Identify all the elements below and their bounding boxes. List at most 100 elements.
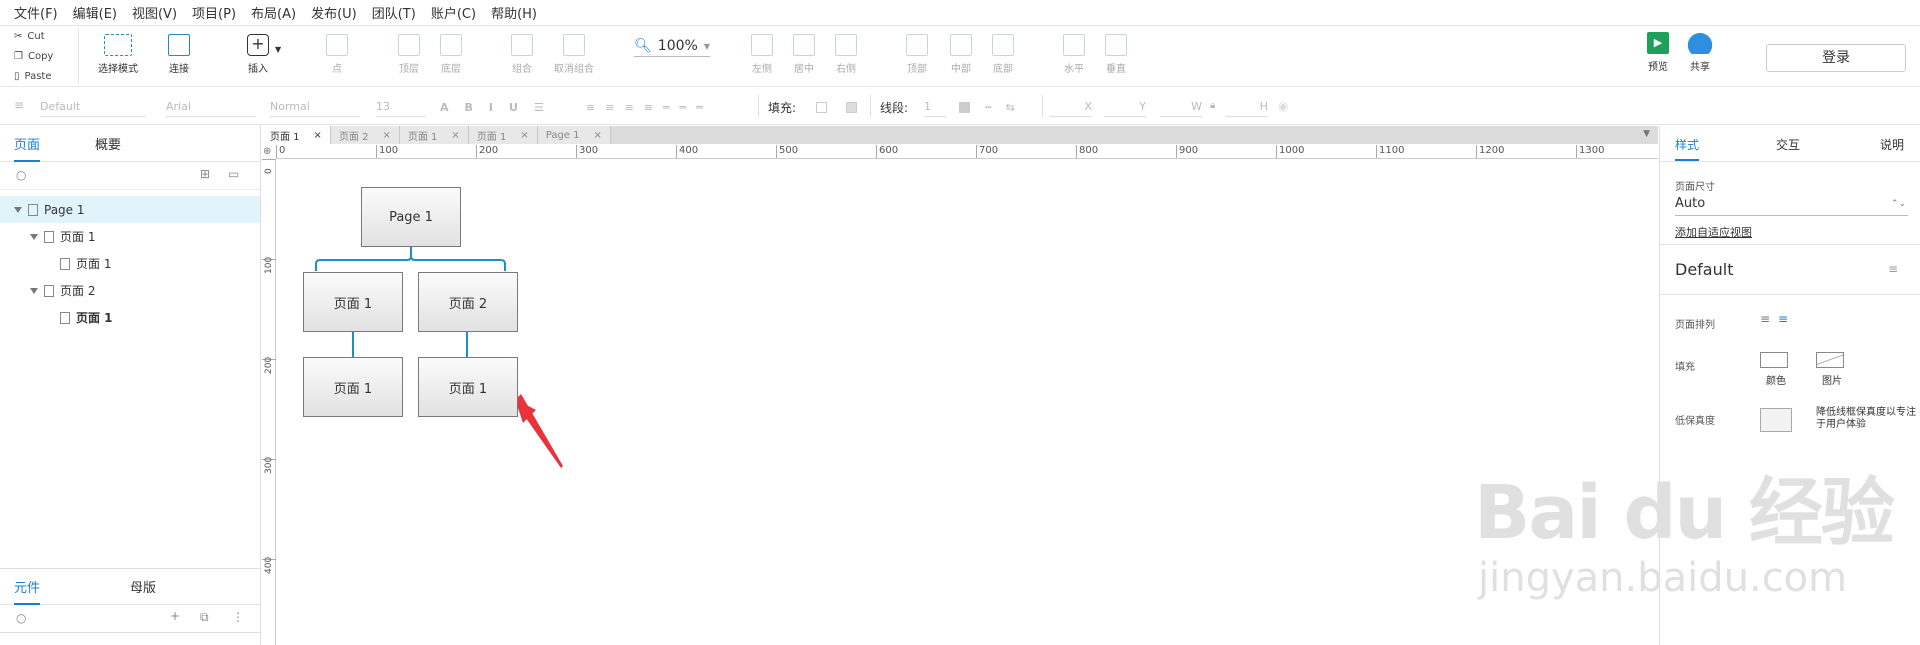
add-library-icon[interactable]: + — [170, 609, 180, 623]
menu-layout[interactable]: 布局(A) — [251, 3, 296, 22]
menu-project[interactable]: 项目(P) — [192, 3, 236, 22]
page-size-select[interactable]: Auto ⌃⌄ — [1675, 194, 1908, 216]
cut-button[interactable]: ✂ Cut — [6, 26, 72, 46]
valign-top-icon[interactable]: ═ — [663, 101, 670, 114]
valign-middle-icon[interactable]: ═ — [680, 101, 687, 114]
h-field[interactable]: H — [1226, 97, 1268, 117]
font-value: Arial — [166, 100, 191, 113]
text-align-buttons[interactable]: ≡ ≡ ≡ ≡ ═ ═ ═ — [586, 97, 703, 117]
add-adaptive-view-link[interactable]: 添加自适应视图 — [1675, 224, 1752, 240]
style-edit-icon[interactable]: ≡ — [14, 98, 24, 112]
paste-button[interactable]: ▯ Paste — [6, 66, 72, 86]
add-page-icon[interactable]: ⊞ — [200, 167, 210, 181]
style-select[interactable]: Default — [40, 97, 146, 117]
bold-icon[interactable]: B — [465, 101, 473, 114]
text-style-buttons[interactable]: A B I U ☰ — [440, 97, 544, 117]
y-field[interactable]: Y — [1104, 97, 1146, 117]
menu-publish[interactable]: 发布(U) — [311, 3, 357, 22]
tab-masters[interactable]: 母版 — [130, 577, 156, 596]
tab-notes[interactable]: 说明 — [1880, 136, 1904, 153]
tree-item[interactable]: 页面 1 — [0, 304, 260, 331]
library-icon[interactable]: ⧉ — [200, 610, 209, 625]
plus-icon: + — [247, 34, 269, 56]
group-button[interactable]: 组合 — [497, 34, 547, 75]
tab-outline[interactable]: 概要 — [95, 134, 121, 153]
line-width-field[interactable]: 1 — [924, 97, 946, 117]
font-weight-select[interactable]: Normal — [270, 97, 360, 117]
underline-icon[interactable]: U — [509, 101, 518, 114]
sitemap-node[interactable]: 页面 1 — [418, 357, 518, 417]
lock-icon[interactable]: 🔒︎ — [1210, 100, 1215, 111]
menu-file[interactable]: 文件(F) — [14, 3, 58, 22]
menu-help[interactable]: 帮助(H) — [491, 3, 537, 22]
fill-color-button[interactable] — [1760, 352, 1788, 368]
menu-team[interactable]: 团队(T) — [372, 3, 416, 22]
italic-icon[interactable]: I — [489, 101, 493, 114]
share-button[interactable]: 共享 — [1675, 32, 1725, 73]
sitemap-node[interactable]: 页面 1 — [303, 357, 403, 417]
line-style-buttons[interactable]: ┅ ⇆ — [985, 97, 1015, 117]
align-bottom-button[interactable]: 底部 — [978, 34, 1028, 75]
fill-shadow-swatch[interactable] — [846, 102, 857, 113]
tree-item[interactable]: 页面 1 — [0, 250, 260, 277]
bullet-list-icon[interactable]: ☰ — [534, 101, 544, 114]
copy-button[interactable]: ❐ Copy — [6, 46, 72, 66]
connect-button[interactable]: 连接 — [154, 34, 204, 75]
line-color-swatch[interactable] — [959, 102, 970, 113]
line-pattern-icon[interactable]: ┅ — [985, 101, 992, 114]
align-right-button[interactable]: 右侧 — [821, 34, 871, 75]
menu-view[interactable]: 视图(V) — [132, 3, 177, 22]
text-justify-icon[interactable]: ≡ — [644, 101, 653, 114]
font-color-icon[interactable]: A — [440, 101, 449, 114]
image-icon[interactable] — [1760, 408, 1792, 432]
sitemap-node-root[interactable]: Page 1 — [361, 187, 461, 247]
align-left-icon[interactable]: ≡ — [1760, 312, 1770, 326]
w-field[interactable]: W — [1160, 97, 1202, 117]
text-align-left-icon[interactable]: ≡ — [586, 101, 595, 114]
tree-item[interactable]: 页面 2 — [0, 277, 260, 304]
tab-interactions[interactable]: 交互 — [1776, 136, 1800, 153]
tree-item[interactable]: 页面 1 — [0, 223, 260, 250]
align-center-icon[interactable]: ≡ — [1778, 312, 1788, 326]
bottom-layer-button[interactable]: 底层 — [426, 34, 476, 75]
font-select[interactable]: Arial — [166, 97, 256, 117]
copy-label: Copy — [27, 50, 54, 62]
distribute-vertical-button[interactable]: 垂直 — [1091, 34, 1141, 75]
login-button[interactable]: 登录 — [1766, 44, 1906, 72]
fill-image-button[interactable] — [1816, 352, 1844, 368]
valign-bottom-icon[interactable]: ═ — [696, 101, 703, 114]
font-size-select[interactable]: 13 — [376, 97, 426, 117]
tab-style[interactable]: 样式 — [1675, 136, 1700, 161]
eye-icon[interactable]: ◉ — [1278, 99, 1288, 113]
expand-caret-icon[interactable] — [14, 206, 22, 213]
text-align-center-icon[interactable]: ≡ — [605, 101, 614, 114]
point-button[interactable]: 点 — [312, 34, 362, 75]
chevron-down-icon: ▼ — [703, 41, 710, 51]
main-toolbar: ✂ Cut ❐ Copy ▯ Paste 选择模式 连接 + 插入 ▼ 点 顶层 底层 … — [0, 26, 1920, 87]
sitemap-node[interactable]: 页面 1 — [303, 272, 403, 332]
align-top-button[interactable]: 顶部 — [892, 34, 942, 75]
x-field[interactable]: X — [1050, 97, 1092, 117]
arrow-style-icon[interactable]: ⇆ — [1006, 101, 1015, 114]
tab-widgets[interactable]: 元件 — [14, 568, 41, 605]
search-icon[interactable]: ○ — [16, 168, 26, 182]
fill-color-swatch[interactable] — [816, 102, 827, 113]
sitemap-node[interactable]: 页面 2 — [418, 272, 518, 332]
tree-item[interactable]: Page 1 — [0, 196, 260, 223]
chevron-down-icon[interactable]: ▼ — [275, 45, 281, 54]
select-mode-button[interactable]: 选择模式 — [93, 34, 143, 75]
expand-caret-icon[interactable] — [30, 287, 38, 294]
add-folder-icon[interactable]: ▭ — [228, 167, 239, 181]
edit-style-icon[interactable]: ≡ — [1888, 262, 1898, 276]
menu-account[interactable]: 账户(C) — [431, 3, 476, 22]
tab-pages[interactable]: 页面 — [14, 125, 41, 162]
text-align-right-icon[interactable]: ≡ — [624, 101, 633, 114]
send-back-icon — [440, 34, 462, 56]
search-icon[interactable]: ○ — [16, 611, 26, 625]
ungroup-button[interactable]: 取消组合 — [546, 34, 602, 75]
expand-caret-icon[interactable] — [30, 233, 38, 240]
more-options-icon[interactable]: ⋮ — [232, 610, 244, 624]
insert-button[interactable]: + 插入 — [233, 34, 283, 75]
menu-edit[interactable]: 编辑(E) — [73, 3, 117, 22]
zoom-control[interactable]: 🔍︎ 100% ▼ — [634, 38, 710, 57]
